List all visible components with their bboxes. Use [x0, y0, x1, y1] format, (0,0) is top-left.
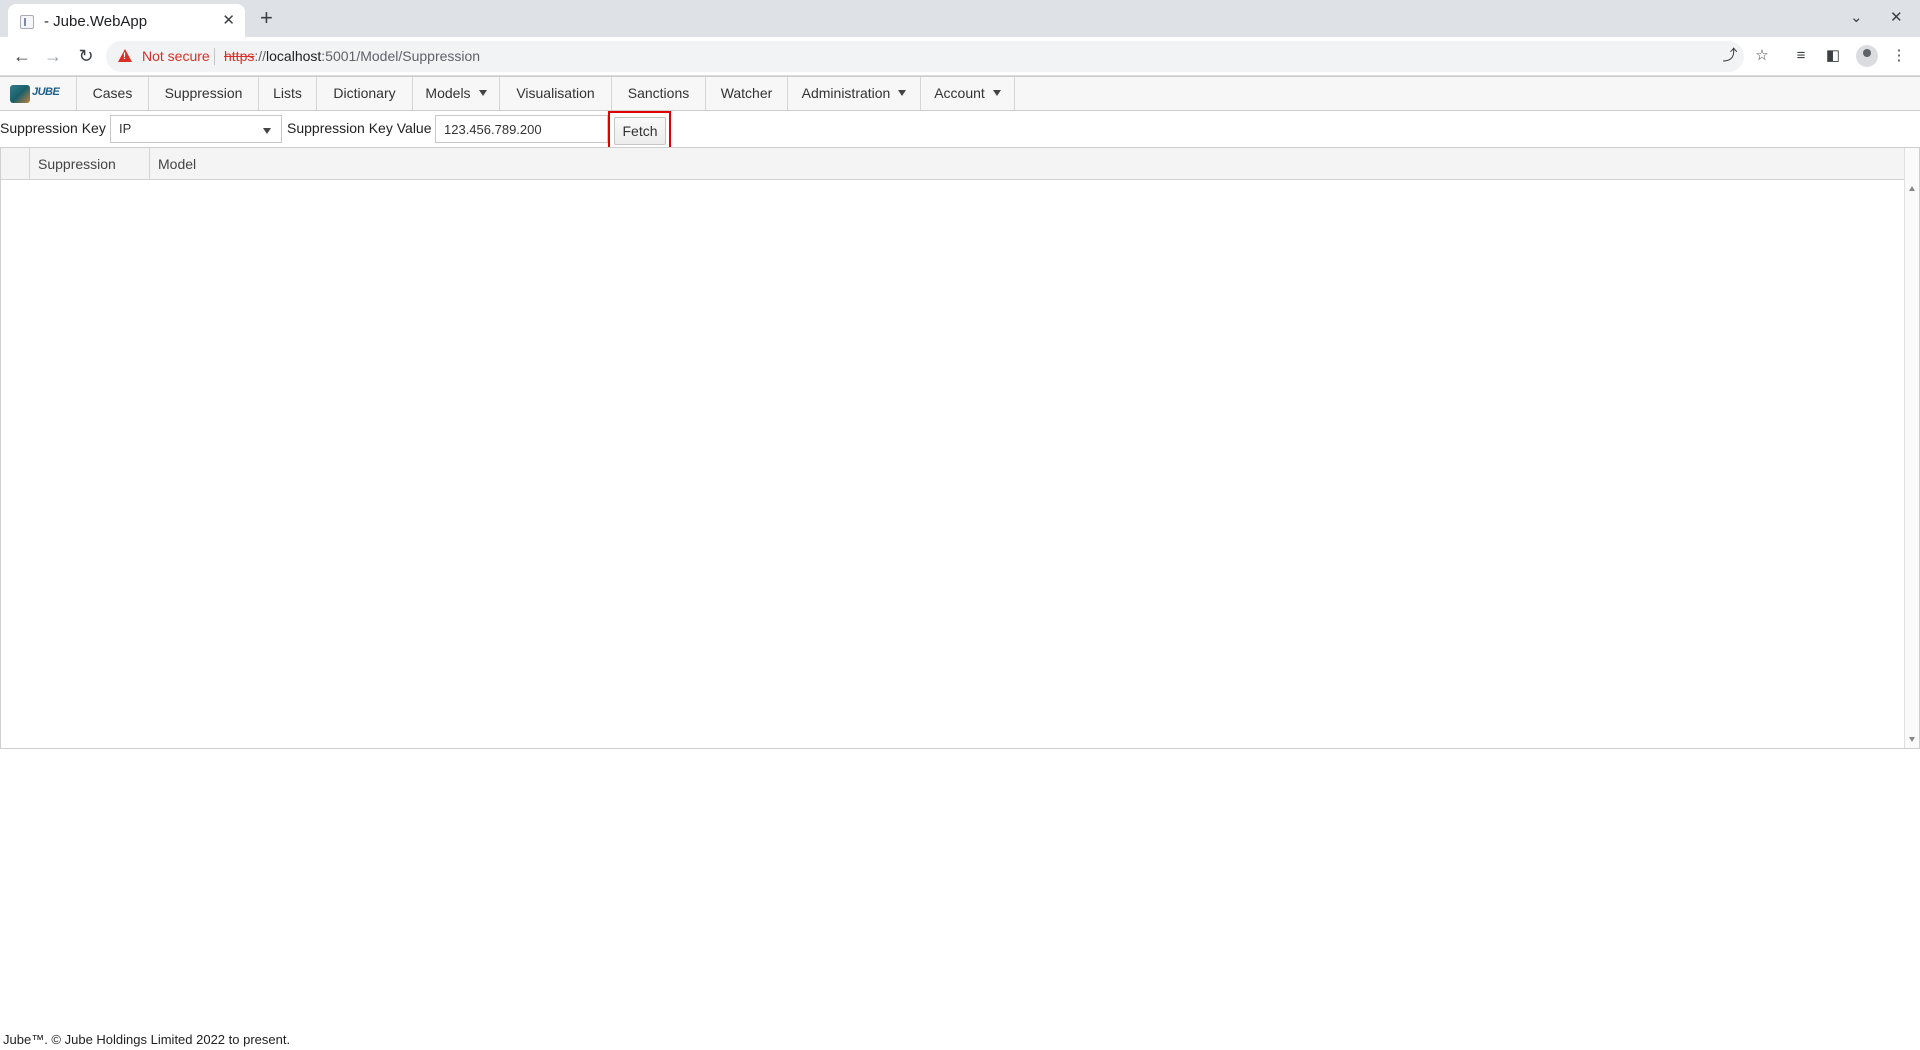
grid-header-selector[interactable] — [1, 148, 30, 180]
tab-title: - Jube.WebApp — [44, 13, 148, 30]
suppression-key-label: Suppression Key — [0, 120, 106, 136]
grid-vertical-scrollbar[interactable] — [1904, 148, 1919, 748]
bookmark-star-icon[interactable]: ☆ — [1753, 47, 1771, 65]
menu-sanctions[interactable]: Sanctions — [611, 77, 705, 110]
reload-icon[interactable]: ↻ — [76, 46, 96, 66]
scroll-down-icon[interactable] — [1909, 737, 1915, 742]
menu-account-label: Account — [934, 85, 985, 101]
page-favicon-icon — [20, 15, 34, 29]
menu-administration[interactable]: Administration — [787, 77, 920, 110]
logo-text: JUBE — [32, 86, 60, 98]
menu-watcher[interactable]: Watcher — [705, 77, 787, 110]
browser-menu-icon[interactable]: ⋮ — [1890, 47, 1908, 65]
side-panel-icon[interactable]: ◧ — [1824, 47, 1842, 65]
security-label[interactable]: Not secure — [142, 48, 210, 64]
url-scheme: https — [224, 48, 255, 64]
menu-account[interactable]: Account — [920, 77, 1015, 110]
grid-header: Suppression Model — [1, 148, 1905, 180]
back-icon[interactable]: ← — [12, 46, 32, 66]
suppression-filter-form: Suppression Key IP Suppression Key Value… — [0, 111, 1920, 151]
browser-tab-bar: - Jube.WebApp ✕ + ⌄ ✕ — [0, 0, 1920, 37]
forward-icon[interactable]: → — [43, 46, 63, 66]
jube-logo-icon — [10, 85, 30, 103]
menu-models[interactable]: Models — [412, 77, 499, 110]
menu-suppression[interactable]: Suppression — [148, 77, 258, 110]
suppression-key-value-input[interactable] — [435, 115, 608, 143]
grid-header-model[interactable]: Model — [150, 148, 1905, 180]
chevron-down-icon — [992, 90, 1001, 97]
address-divider — [214, 48, 215, 65]
app-menu-bar: JUBE Cases Suppression Lists Dictionary … — [0, 76, 1920, 111]
url-path: :5001/Model/Suppression — [321, 48, 481, 64]
warning-icon — [118, 49, 132, 62]
chevron-down-icon — [478, 90, 487, 97]
address-bar[interactable]: Not secure https://localhost:5001/Model/… — [106, 41, 1744, 72]
jube-logo[interactable]: JUBE — [10, 83, 60, 105]
browser-tab[interactable]: - Jube.WebApp ✕ — [8, 4, 245, 37]
menu-dictionary[interactable]: Dictionary — [316, 77, 412, 110]
tab-close-icon[interactable]: ✕ — [222, 11, 235, 29]
browser-toolbar: ← → ↻ Not secure https://localhost:5001/… — [0, 37, 1920, 76]
suppression-grid: Suppression Model — [0, 147, 1920, 749]
share-icon[interactable]: ⤴ — [1721, 47, 1739, 65]
menu-lists[interactable]: Lists — [258, 77, 316, 110]
chevron-down-icon — [898, 90, 907, 97]
url-host: localhost — [266, 48, 322, 64]
suppression-key-value-label: Suppression Key Value — [287, 120, 432, 136]
chevron-down-icon — [263, 128, 271, 134]
fetch-button[interactable]: Fetch — [614, 117, 666, 145]
menu-administration-label: Administration — [801, 85, 891, 101]
suppression-key-select[interactable]: IP — [110, 115, 282, 143]
url-text[interactable]: https://localhost:5001/Model/Suppression — [224, 48, 480, 64]
suppression-key-value: IP — [119, 121, 132, 136]
tab-search-icon[interactable]: ⌄ — [1850, 8, 1863, 26]
menu-models-label: Models — [425, 85, 471, 101]
profile-avatar-icon[interactable] — [1856, 45, 1878, 67]
menu-visualisation[interactable]: Visualisation — [499, 77, 611, 110]
menu-cases[interactable]: Cases — [76, 77, 148, 110]
reading-list-icon[interactable]: ≡ — [1792, 47, 1810, 65]
grid-header-suppression[interactable]: Suppression — [30, 148, 150, 180]
url-separator: :// — [254, 48, 267, 64]
window-close-icon[interactable]: ✕ — [1890, 8, 1903, 26]
footer-copyright: Jube™. © Jube Holdings Limited 2022 to p… — [3, 1032, 291, 1047]
scroll-up-icon[interactable] — [1909, 186, 1915, 191]
new-tab-button[interactable]: + — [260, 6, 273, 30]
